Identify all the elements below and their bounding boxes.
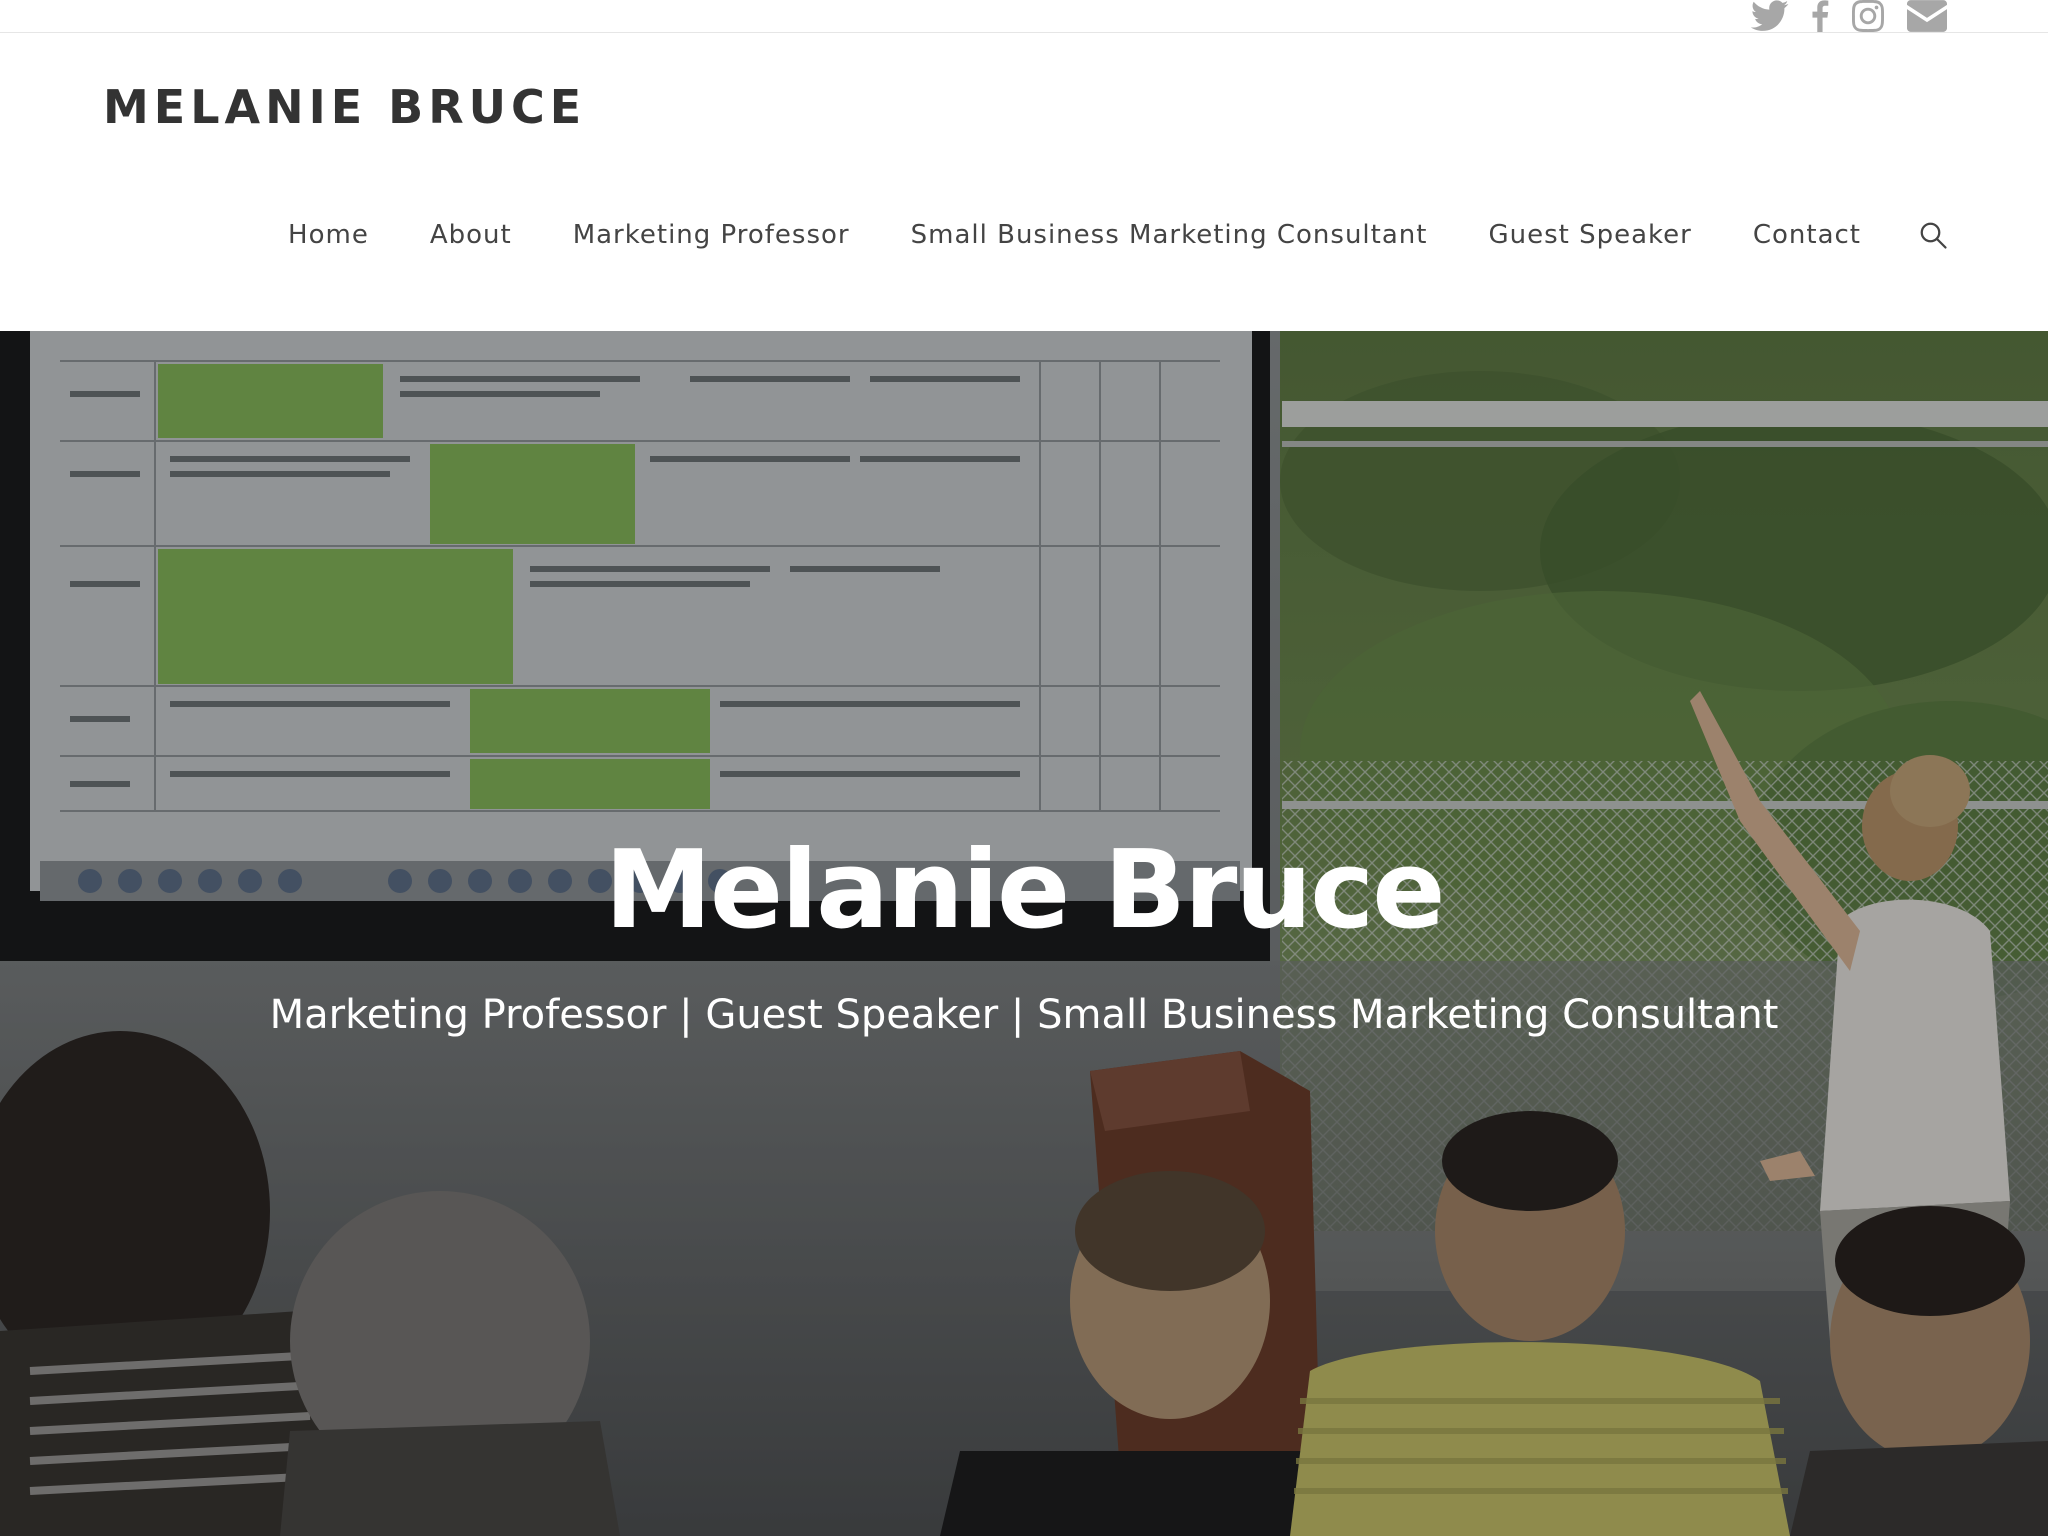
facebook-link[interactable] [1811, 0, 1829, 32]
site-header: MELANIE BRUCE Home About Marketing Profe… [0, 34, 2048, 331]
main-nav: Home About Marketing Professor Small Bus… [288, 220, 1948, 250]
instagram-link[interactable] [1851, 0, 1885, 32]
social-links [1751, 0, 1947, 33]
nav-item-contact[interactable]: Contact [1753, 220, 1861, 250]
hero-subtitle: Marketing Professor | Guest Speaker | Sm… [269, 992, 1779, 1038]
email-link[interactable] [1907, 0, 1947, 32]
nav-item-small-business-marketing-consultant[interactable]: Small Business Marketing Consultant [911, 220, 1428, 250]
site-logo[interactable]: MELANIE BRUCE [103, 80, 586, 134]
envelope-icon [1907, 0, 1947, 32]
instagram-icon [1852, 0, 1884, 32]
nav-item-guest-speaker[interactable]: Guest Speaker [1488, 220, 1691, 250]
nav-item-about[interactable]: About [430, 220, 512, 250]
search-icon [1920, 222, 1947, 249]
twitter-icon [1751, 0, 1789, 31]
nav-item-home[interactable]: Home [288, 220, 369, 250]
hero-title: Melanie Bruce [604, 828, 1445, 953]
twitter-link[interactable] [1751, 0, 1789, 32]
top-bar [0, 0, 2048, 33]
search-button[interactable] [1918, 220, 1948, 250]
hero-section: Melanie Bruce Marketing Professor | Gues… [0, 331, 2048, 1536]
facebook-icon [1812, 0, 1829, 32]
nav-item-marketing-professor[interactable]: Marketing Professor [573, 220, 850, 250]
